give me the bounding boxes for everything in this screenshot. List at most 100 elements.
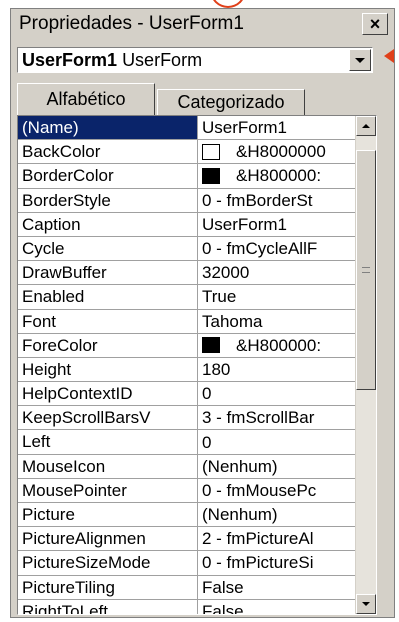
property-name: PictureSizeMode: [18, 551, 198, 576]
property-name: RightToLeft: [18, 599, 198, 614]
arrow-up-icon: [362, 124, 370, 128]
property-name: DrawBuffer: [18, 261, 198, 286]
property-value-text: &H8000000: [236, 142, 326, 162]
property-name: PictureAlignmen: [18, 527, 198, 552]
chevron-down-icon: [355, 57, 365, 63]
property-row[interactable]: Left 0: [18, 430, 355, 455]
scroll-up-button[interactable]: [356, 116, 376, 136]
property-row[interactable]: Cycle 0 - fmCycleAllF: [18, 236, 355, 262]
property-name: (Name): [18, 116, 198, 141]
close-button[interactable]: ×: [362, 13, 388, 35]
property-value[interactable]: 32000: [198, 261, 355, 286]
property-value[interactable]: 2 - fmPictureAl: [198, 527, 355, 552]
property-value[interactable]: False: [198, 600, 355, 615]
property-row[interactable]: BorderStyle 0 - fmBorderSt: [18, 188, 355, 213]
property-row[interactable]: Enabled True: [18, 285, 355, 310]
annotation-arc: [210, 0, 246, 8]
title-bar: Propriedades - UserForm1 ×: [11, 9, 394, 39]
property-row[interactable]: PictureAlignmen 2 - fmPictureAl: [18, 527, 355, 552]
property-row[interactable]: Picture (Nenhum): [18, 503, 355, 528]
property-value[interactable]: True: [198, 285, 355, 310]
property-value[interactable]: UserForm1: [198, 213, 355, 237]
property-value-text: True: [202, 287, 237, 307]
property-row[interactable]: DrawBuffer 32000: [18, 261, 355, 286]
property-value-text: 0 - fmMousePc: [202, 480, 317, 500]
property-name: BackColor: [18, 140, 198, 165]
property-name: Left: [18, 430, 198, 455]
property-row[interactable]: RightToLeft False: [18, 599, 355, 615]
property-value-text: 0 - fmCycleAllF: [202, 239, 318, 259]
property-name: HelpContextID: [18, 382, 198, 407]
property-value[interactable]: (Nenhum): [198, 455, 355, 479]
property-value-text: 32000: [202, 263, 250, 283]
property-name: Caption: [18, 212, 198, 237]
property-value[interactable]: Tahoma: [198, 310, 355, 334]
object-selector[interactable]: UserForm1 UserForm: [17, 47, 373, 73]
property-value-text: 180: [202, 359, 231, 379]
property-row[interactable]: KeepScrollBarsV 3 - fmScrollBar: [18, 406, 355, 431]
color-swatch: [202, 143, 220, 160]
property-value-text: UserForm1: [202, 118, 288, 138]
property-value[interactable]: UserForm1: [198, 116, 355, 141]
property-value-text: &H800000:: [236, 166, 322, 186]
property-value-text: Tahoma: [202, 311, 263, 331]
properties-window: Propriedades - UserForm1 × UserForm1 Use…: [10, 8, 395, 618]
property-row[interactable]: PictureSizeMode 0 - fmPictureSi: [18, 551, 355, 576]
property-value-text: (Nenhum): [202, 505, 278, 525]
property-value-text: False: [202, 601, 244, 615]
property-row[interactable]: BorderColor &H800000:: [18, 164, 355, 189]
property-value-text: 3 - fmScrollBar: [202, 408, 315, 428]
property-value-text: UserForm1: [202, 214, 288, 234]
property-name: Picture: [18, 503, 198, 528]
close-icon: ×: [369, 13, 381, 34]
tab-categorizado[interactable]: Categorizado: [157, 89, 305, 115]
property-value-text: 0 - fmBorderSt: [202, 190, 313, 210]
property-row[interactable]: BackColor &H8000000: [18, 140, 355, 165]
property-value[interactable]: 0 - fmCycleAllF: [198, 237, 355, 262]
property-name: Height: [18, 357, 198, 383]
annotation-arrow: [384, 49, 394, 63]
property-name: Font: [18, 309, 198, 334]
property-row[interactable]: (Name) UserForm1: [18, 116, 355, 141]
property-value[interactable]: False: [198, 576, 355, 600]
grip-icon: [362, 267, 370, 273]
property-row[interactable]: Caption UserForm1: [18, 212, 355, 237]
property-value[interactable]: 0: [198, 430, 355, 455]
property-value-text: False: [202, 577, 244, 597]
object-selector-dropdown-button[interactable]: [349, 49, 371, 71]
property-value[interactable]: 0: [198, 382, 355, 407]
property-row[interactable]: HelpContextID 0: [18, 382, 355, 407]
property-value[interactable]: 0 - fmPictureSi: [198, 551, 355, 576]
property-value[interactable]: &H800000:: [198, 164, 355, 189]
property-value[interactable]: 0 - fmBorderSt: [198, 189, 355, 213]
tab-alfabetico[interactable]: Alfabético: [17, 83, 155, 115]
property-value[interactable]: 0 - fmMousePc: [198, 479, 355, 503]
property-name: Enabled: [18, 285, 198, 310]
property-row[interactable]: ForeColor &H800000:: [18, 333, 355, 358]
arrow-down-icon: [362, 602, 370, 606]
vertical-scrollbar[interactable]: [355, 116, 376, 614]
property-value-text: 0: [202, 432, 212, 452]
property-value-text: 2 - fmPictureAl: [202, 529, 314, 549]
property-name: KeepScrollBarsV: [18, 406, 198, 431]
property-name: ForeColor: [18, 333, 198, 358]
property-value[interactable]: &H8000000: [198, 140, 355, 165]
property-rows: (Name) UserForm1 BackColor &H8000000 BorderC…: [18, 116, 355, 615]
scroll-thumb[interactable]: [356, 150, 376, 390]
property-row[interactable]: MouseIcon (Nenhum): [18, 454, 355, 479]
property-value[interactable]: (Nenhum): [198, 503, 355, 528]
property-value[interactable]: &H800000:: [198, 334, 355, 358]
property-row[interactable]: Font Tahoma: [18, 309, 355, 334]
property-name: BorderColor: [18, 164, 198, 189]
property-value-text: (Nenhum): [202, 456, 278, 476]
object-type: UserForm: [122, 49, 203, 70]
property-name: PictureTiling: [18, 575, 198, 600]
property-row[interactable]: PictureTiling False: [18, 575, 355, 600]
property-row[interactable]: Height 180: [18, 357, 355, 383]
scroll-down-button[interactable]: [356, 594, 376, 614]
property-value[interactable]: 3 - fmScrollBar: [198, 406, 355, 431]
property-value[interactable]: 180: [198, 358, 355, 383]
property-row[interactable]: MousePointer 0 - fmMousePc: [18, 478, 355, 503]
property-name: MouseIcon: [18, 454, 198, 479]
color-swatch: [202, 337, 220, 354]
